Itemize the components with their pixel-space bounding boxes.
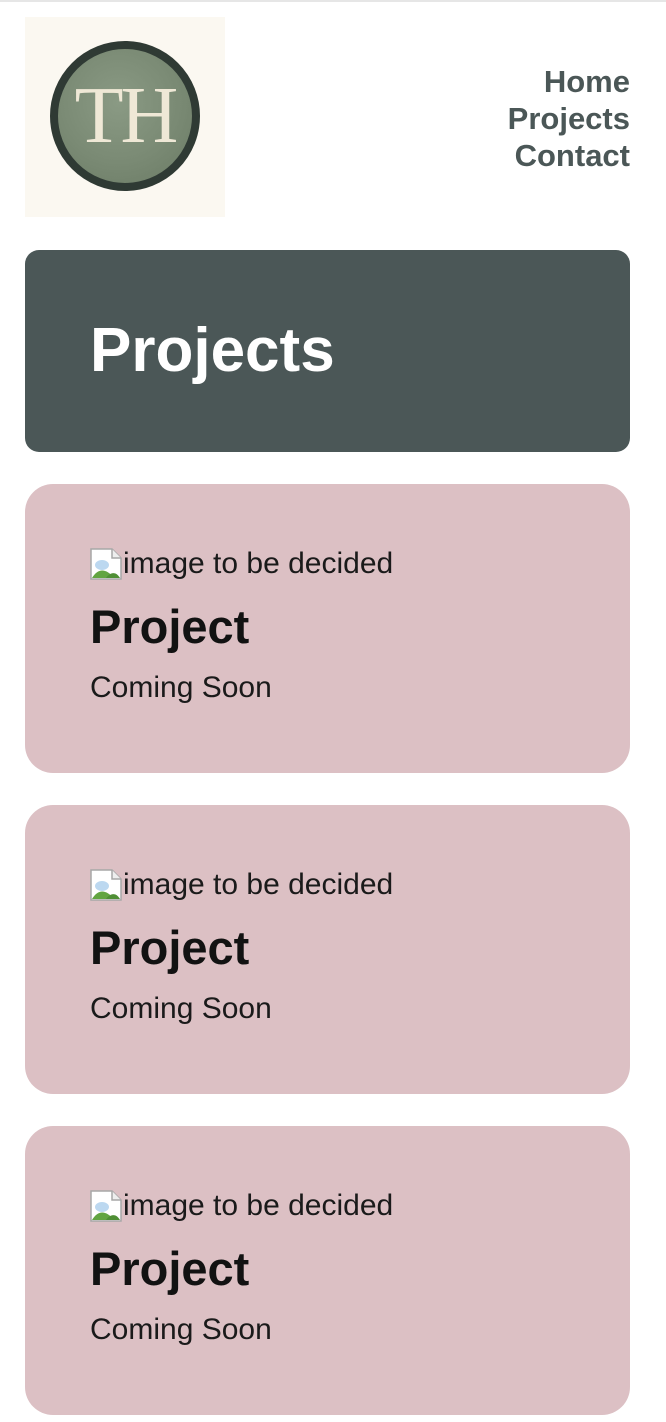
page-header: Projects [25,250,630,452]
project-card: image to be decided Project Coming Soon [25,805,630,1094]
project-status: Coming Soon [90,1313,272,1346]
image-alt-text: image to be decided [123,868,394,901]
top-border [0,0,666,2]
image-alt-text: image to be decided [123,1189,394,1222]
project-card: image to be decided Project Coming Soon [25,1126,630,1415]
nav-link-projects[interactable]: Projects [508,100,630,137]
page-title: Projects [90,316,335,385]
image-alt-text: image to be decided [123,547,394,580]
project-title: Project [90,921,250,974]
broken-image-icon [90,1190,122,1222]
project-status: Coming Soon [90,992,272,1025]
project-image: image to be decided [90,869,393,901]
site-logo[interactable]: TH [25,17,225,217]
logo-circle: TH [50,41,200,191]
project-image: image to be decided [90,1190,393,1222]
logo-initials: TH [74,71,179,160]
main-nav: Home Projects Contact [508,63,630,174]
broken-image-icon [90,548,122,580]
broken-image-icon [90,869,122,901]
project-status: Coming Soon [90,671,272,704]
project-title: Project [90,1242,250,1295]
nav-link-contact[interactable]: Contact [508,137,630,174]
nav-link-home[interactable]: Home [508,63,630,100]
project-card: image to be decided Project Coming Soon [25,484,630,773]
project-title: Project [90,600,250,653]
project-image: image to be decided [90,548,393,580]
